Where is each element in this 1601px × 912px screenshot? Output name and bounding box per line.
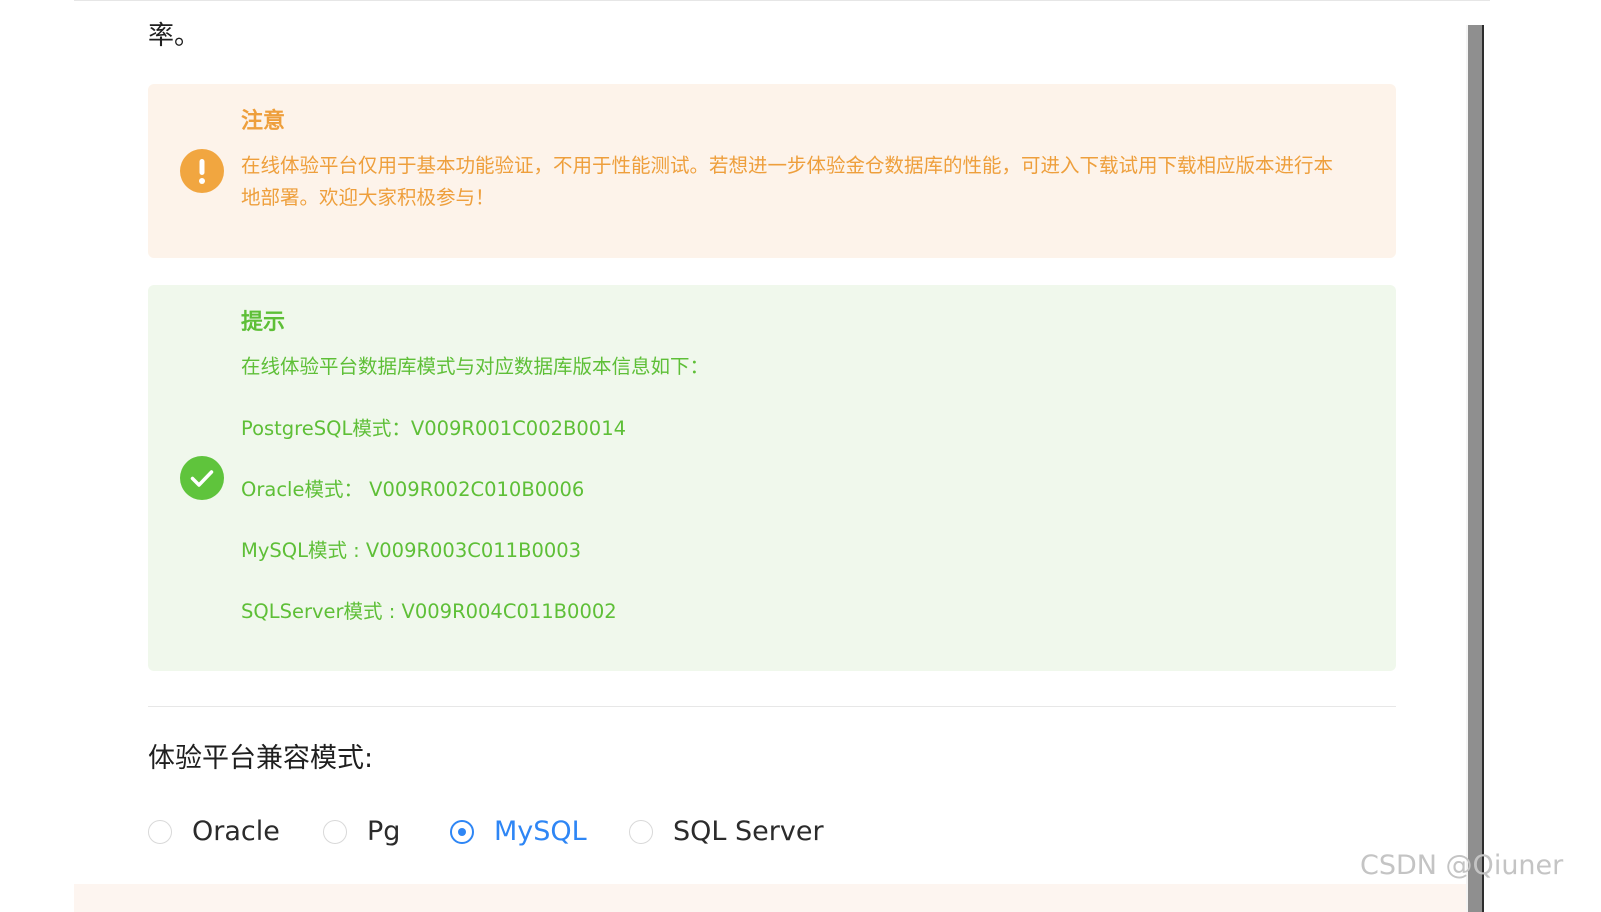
radio-button[interactable]	[323, 820, 347, 844]
warning-alert-body: 在线体验平台仅用于基本功能验证，不用于性能测试。若想进一步体验金仓数据库的性能，…	[241, 154, 1334, 209]
exclamation-circle-icon	[180, 149, 224, 193]
tip-alert-intro: 在线体验平台数据库模式与对应数据库版本信息如下：	[241, 355, 710, 378]
top-rule	[74, 0, 1490, 1]
section-divider	[148, 706, 1396, 707]
warning-alert: 注意 在线体验平台仅用于基本功能验证，不用于性能测试。若想进一步体验金仓数据库的…	[148, 84, 1396, 258]
version-oracle: Oracle模式： V009R002C010B0006	[241, 478, 585, 501]
next-section-peek	[74, 884, 1466, 912]
tip-alert: 提示 在线体验平台数据库模式与对应数据库版本信息如下： PostgreSQL模式…	[148, 285, 1396, 671]
scrollbar-thumb[interactable]	[1468, 25, 1482, 912]
radio-label-oracle[interactable]: Oracle	[192, 813, 280, 851]
radio-label-sql-server[interactable]: SQL Server	[673, 813, 824, 851]
warning-alert-title: 注意	[241, 109, 286, 134]
version-postgresql: PostgreSQL模式：V009R001C002B0014	[241, 417, 627, 440]
radio-button[interactable]	[629, 820, 653, 844]
radio-selected-dot	[458, 828, 466, 836]
version-sqlserver: SQLServer模式 : V009R004C011B0002	[241, 600, 617, 623]
watermark: CSDN @Qiuner	[1360, 850, 1564, 881]
check-circle-icon	[180, 456, 224, 500]
version-mysql: MySQL模式 : V009R003C011B0003	[241, 539, 582, 562]
radio-label-pg[interactable]: Pg	[367, 813, 400, 851]
radio-button[interactable]	[148, 820, 172, 844]
truncated-paragraph-end: 率。	[148, 21, 201, 51]
tip-alert-title: 提示	[241, 310, 286, 335]
radio-label-mysql[interactable]: MySQL	[494, 813, 587, 851]
radio-button-selected[interactable]	[450, 820, 474, 844]
compat-mode-title: 体验平台兼容模式:	[148, 743, 374, 774]
scrollbar-edge	[1482, 25, 1484, 912]
